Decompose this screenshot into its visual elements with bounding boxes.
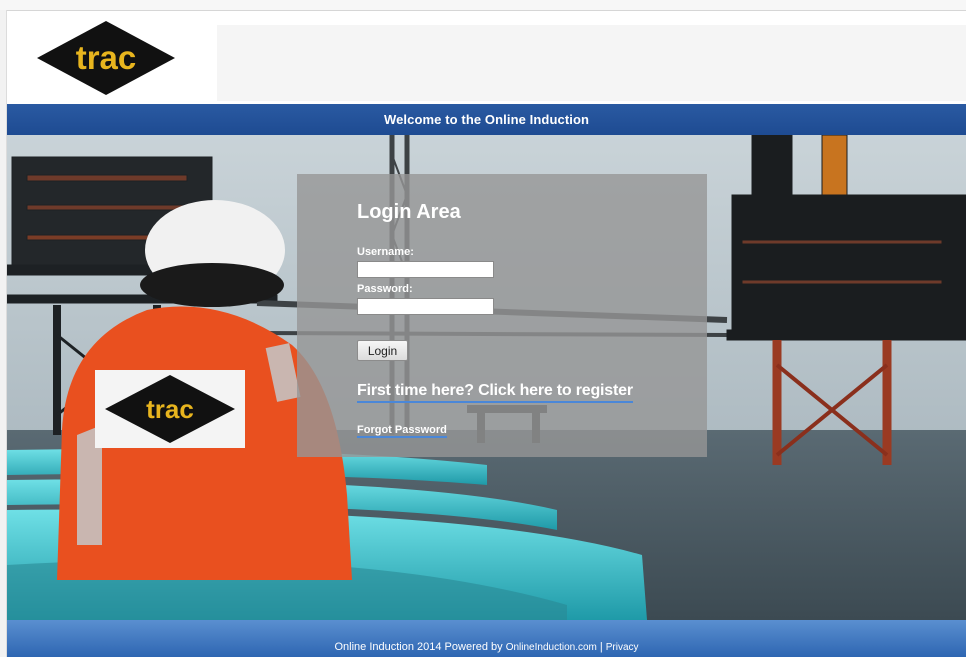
window-left-edge: [0, 10, 7, 657]
header-banner-strip: [217, 25, 966, 101]
vest-logo-text: trac: [146, 394, 194, 424]
footer-privacy-link[interactable]: Privacy: [606, 642, 639, 653]
login-panel: Login Area Username: Password: Login Fir…: [297, 174, 707, 457]
footer-brand-link[interactable]: OnlineInduction.com: [506, 642, 597, 653]
site-footer: Online Induction 2014 Powered by OnlineI…: [7, 620, 966, 657]
login-button[interactable]: Login: [357, 340, 408, 361]
username-label: Username:: [357, 246, 414, 258]
footer-text: Online Induction 2014 Powered by: [334, 641, 503, 653]
trac-logo[interactable]: trac: [35, 19, 177, 97]
window-top-edge: [0, 0, 966, 11]
site-header: trac: [7, 11, 966, 102]
welcome-bar: Welcome to the Online Induction: [7, 104, 966, 135]
welcome-text: Welcome to the Online Induction: [383, 112, 590, 127]
username-input[interactable]: [357, 261, 494, 278]
logo-text: trac: [76, 39, 137, 76]
register-link[interactable]: First time here? Click here to register: [357, 382, 633, 403]
login-title: Login Area: [357, 201, 461, 223]
password-input[interactable]: [357, 298, 494, 315]
password-label: Password:: [357, 283, 413, 295]
footer-separator: |: [599, 641, 603, 653]
forgot-password-link[interactable]: Forgot Password: [357, 424, 447, 438]
